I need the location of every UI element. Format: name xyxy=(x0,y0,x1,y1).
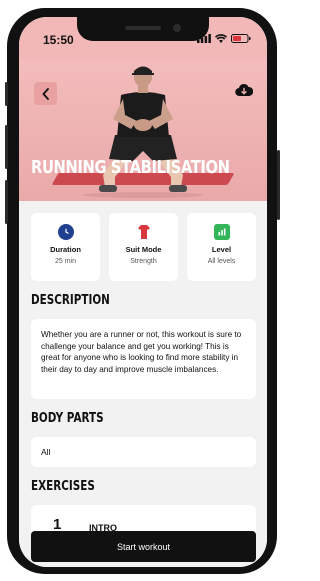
athlete-figure xyxy=(83,66,203,198)
stat-card-level: Level All levels xyxy=(187,213,256,281)
app-screen: 15:50 RUNNING STABILISATION Duration 25 … xyxy=(19,17,267,567)
speaker xyxy=(125,26,161,30)
stat-value: 25 min xyxy=(54,258,76,265)
stat-label: Duration xyxy=(50,245,81,254)
stat-card-duration: Duration 25 min xyxy=(31,213,100,281)
battery-icon xyxy=(231,34,251,43)
description-heading: DESCRIPTION xyxy=(31,293,110,308)
exercises-heading: EXERCISES xyxy=(31,479,95,494)
wifi-icon xyxy=(215,34,227,43)
description-text: Whether you are a runner or not, this wo… xyxy=(31,319,256,399)
stat-label: Level xyxy=(211,245,232,254)
workout-details: Duration 25 min Suit Mode Strength Level… xyxy=(19,201,267,567)
clock-icon xyxy=(57,224,74,240)
volume-up-button xyxy=(5,125,8,169)
body-parts-heading: BODY PARTS xyxy=(31,411,104,426)
power-button xyxy=(277,150,280,220)
shirt-icon xyxy=(136,224,152,240)
stat-card-suit-mode: Suit Mode Strength xyxy=(109,213,178,281)
volume-down-button xyxy=(5,180,8,224)
notch xyxy=(77,17,209,41)
status-time: 15:50 xyxy=(43,33,74,47)
stat-value: Strength xyxy=(130,258,157,265)
hero-banner: RUNNING STABILISATION xyxy=(19,59,267,201)
mute-switch xyxy=(5,82,8,106)
stats-row: Duration 25 min Suit Mode Strength Level… xyxy=(31,213,256,281)
bar-chart-icon xyxy=(213,224,230,240)
front-camera xyxy=(173,24,181,32)
workout-title: RUNNING STABILISATION xyxy=(31,157,230,178)
stat-value: All levels xyxy=(207,258,236,265)
body-parts-value: All xyxy=(31,437,256,467)
stat-label: Suit Mode xyxy=(125,245,162,254)
